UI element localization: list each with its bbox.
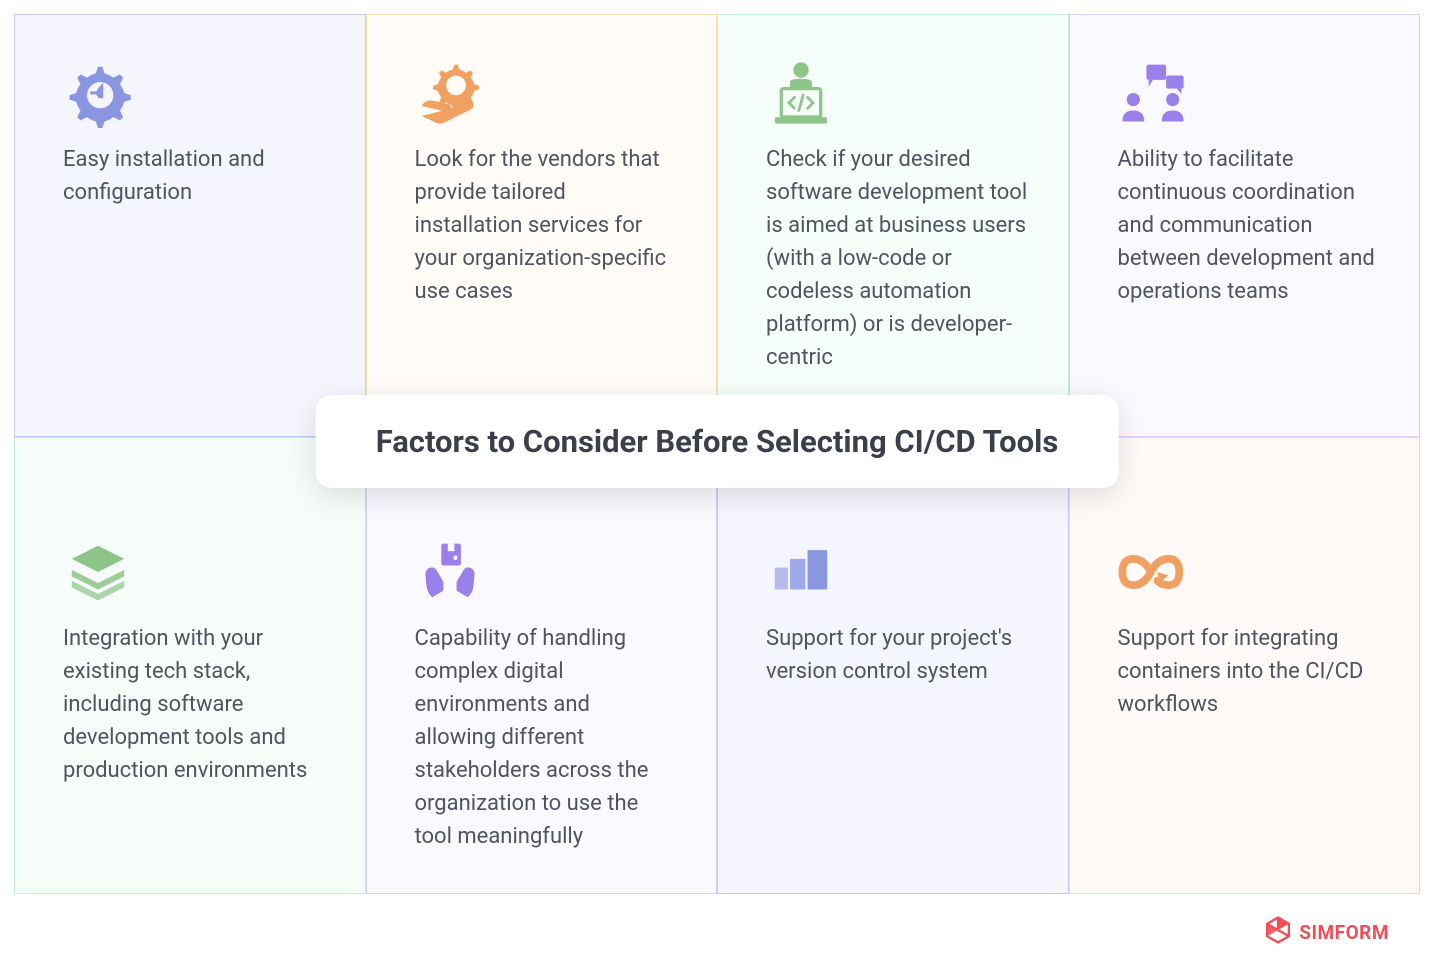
simform-logo-icon (1265, 916, 1291, 948)
cell-text: Check if your desired software developme… (766, 143, 1028, 374)
developer-icon (766, 53, 1028, 133)
cell-text: Ability to facilitate continuous coordin… (1118, 143, 1380, 308)
cell-text: Capability of handling complex digital e… (415, 622, 677, 853)
title-banner: Factors to Consider Before Selecting CI/… (316, 395, 1119, 488)
chat-people-icon (1118, 53, 1380, 133)
bars-icon (766, 532, 1028, 612)
gear-hand-icon (415, 53, 677, 133)
cell-stakeholders: Capability of handling complex digital e… (366, 437, 718, 894)
gear-icon (63, 53, 325, 133)
cell-text: Easy installation and configuration (63, 143, 325, 209)
cell-vendors: Look for the vendors that provide tailor… (366, 14, 718, 437)
layers-icon (63, 532, 325, 612)
cell-vcs: Support for your project's version contr… (717, 437, 1069, 894)
cell-text: Support for your project's version contr… (766, 622, 1028, 688)
cell-containers: Support for integrating containers into … (1069, 437, 1421, 894)
brand-logo: SIMFORM (1265, 916, 1389, 948)
cell-developer-centric: Check if your desired software developme… (717, 14, 1069, 437)
cell-text: Look for the vendors that provide tailor… (415, 143, 677, 308)
cell-text: Support for integrating containers into … (1118, 622, 1380, 721)
cell-coordination: Ability to facilitate continuous coordin… (1069, 14, 1421, 437)
brand-name: SIMFORM (1299, 921, 1389, 944)
page-title: Factors to Consider Before Selecting CI/… (376, 423, 1059, 460)
infinity-arrow-icon (1118, 532, 1380, 612)
cell-installation: Easy installation and configuration (14, 14, 366, 437)
hands-box-icon (415, 532, 677, 612)
cell-techstack: Integration with your existing tech stac… (14, 437, 366, 894)
cell-text: Integration with your existing tech stac… (63, 622, 325, 787)
